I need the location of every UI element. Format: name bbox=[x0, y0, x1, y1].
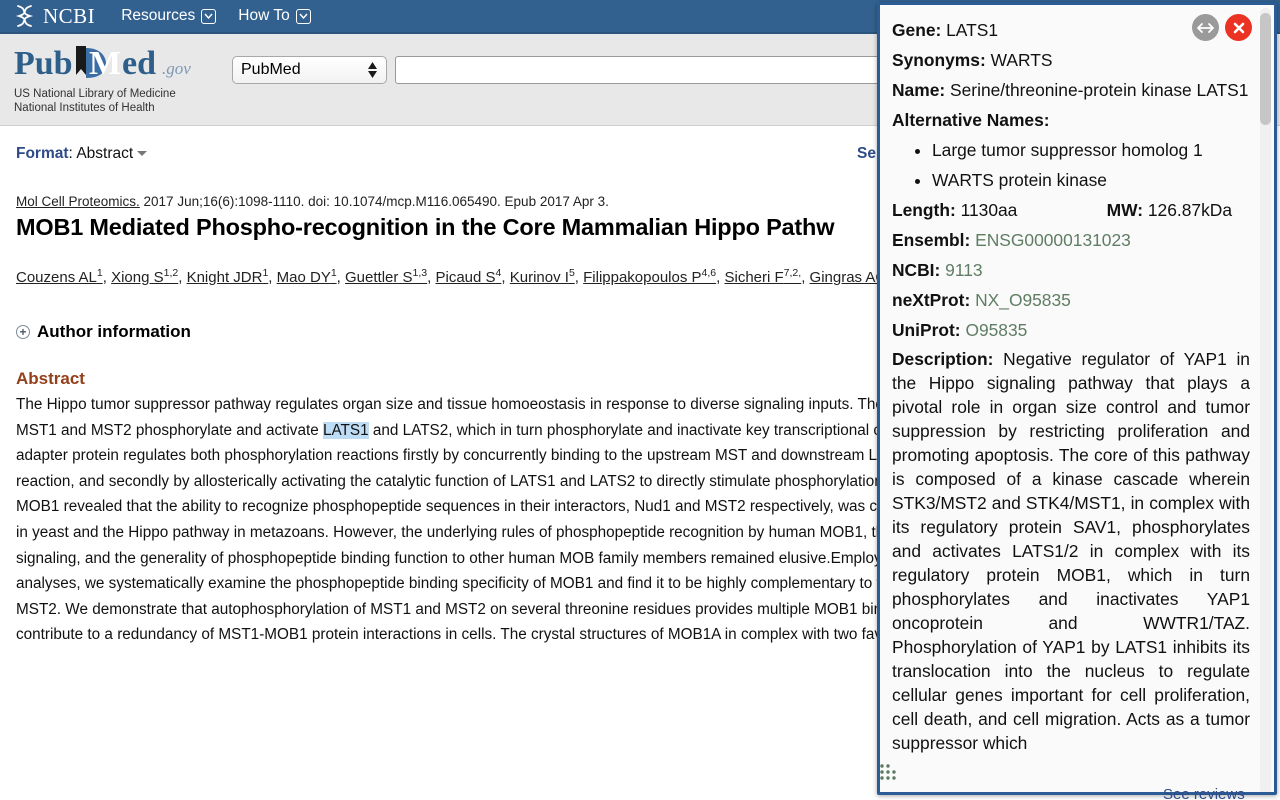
ensembl-link[interactable]: ENSG00000131023 bbox=[975, 230, 1131, 250]
alt-names-list: Large tumor suppressor homolog 1WARTS pr… bbox=[932, 135, 1250, 195]
pubmed-subtitle-line1: US National Library of Medicine bbox=[14, 88, 194, 102]
author-affiliation-sup: 1,2 bbox=[164, 267, 179, 279]
author-link[interactable]: Mao DY1 bbox=[277, 269, 337, 286]
author-link[interactable]: Sicheri F7,2, bbox=[724, 269, 801, 286]
alt-name-item: WARTS protein kinase bbox=[932, 165, 1250, 195]
ncbi-link[interactable]: 9113 bbox=[945, 260, 982, 280]
author-link[interactable]: Xiong S1,2 bbox=[111, 269, 178, 286]
name-value: Serine/threonine-protein kinase LATS1 bbox=[950, 80, 1248, 100]
resize-grip-icon[interactable] bbox=[878, 762, 900, 786]
gene-panel-body: Gene: LATS1 Synonyms: WARTS Name: Serine… bbox=[880, 5, 1260, 792]
alt-names-label: Alternative Names: bbox=[892, 110, 1050, 130]
svg-text:ed: ed bbox=[122, 45, 156, 82]
name-row: Name: Serine/threonine-protein kinase LA… bbox=[892, 75, 1250, 105]
see-reviews-link[interactable]: See reviews bbox=[1163, 786, 1245, 800]
send-to-button[interactable]: Se bbox=[857, 145, 876, 163]
pubmed-logo-icon: Pub M ed .gov bbox=[14, 42, 194, 86]
pubmed-subtitle: US National Library of Medicine National… bbox=[14, 88, 194, 115]
author-separator: , bbox=[103, 269, 111, 286]
name-label: Name: bbox=[892, 80, 945, 100]
format-label: Format bbox=[16, 145, 69, 162]
uniprot-label: UniProt: bbox=[892, 320, 961, 340]
author-link[interactable]: Couzens AL1 bbox=[16, 269, 103, 286]
author-affiliation-sup: 1,3 bbox=[413, 267, 428, 279]
ncbi-label: NCBI: bbox=[892, 260, 940, 280]
length-mw-row: Length: 1130aa MW: 126.87kDa bbox=[892, 195, 1250, 225]
author-separator: , bbox=[427, 269, 435, 286]
alt-names-row: Alternative Names: bbox=[892, 105, 1250, 135]
synonyms-label: Synonyms: bbox=[892, 50, 986, 70]
gene-info-panel: Gene: LATS1 Synonyms: WARTS Name: Serine… bbox=[877, 2, 1277, 795]
dna-helix-icon bbox=[14, 4, 36, 28]
author-information-toggle[interactable]: + Author information bbox=[16, 322, 191, 342]
synonyms-row: Synonyms: WARTS bbox=[892, 45, 1250, 75]
author-separator: , bbox=[501, 269, 509, 286]
panel-scrollbar-thumb[interactable] bbox=[1260, 13, 1271, 125]
description-value: Negative regulator of YAP1 in the Hippo … bbox=[892, 349, 1250, 753]
synonyms-value: WARTS bbox=[991, 50, 1053, 70]
ncbi-logo-text: NCBI bbox=[43, 4, 95, 29]
mw-label: MW: bbox=[1107, 200, 1143, 220]
nextprot-row: neXtProt: NX_O95835 bbox=[892, 285, 1250, 315]
citation-details: 2017 Jun;16(6):1098-1110. doi: 10.1074/m… bbox=[140, 194, 609, 209]
svg-text:Pub: Pub bbox=[14, 45, 73, 82]
abstract-heading: Abstract bbox=[16, 369, 85, 389]
gene-label: Gene: bbox=[892, 20, 941, 40]
svg-text:M: M bbox=[89, 45, 121, 82]
ncbi-logo[interactable]: NCBI bbox=[14, 4, 95, 29]
author-separator: , bbox=[801, 269, 809, 286]
length-label: Length: bbox=[892, 200, 956, 220]
ncbi-row: NCBI: 9113 bbox=[892, 255, 1250, 285]
mw-value: 126.87kDa bbox=[1148, 200, 1232, 220]
author-separator: , bbox=[178, 269, 186, 286]
format-control[interactable]: Format: Abstract bbox=[16, 145, 147, 163]
length-value: 1130aa bbox=[961, 200, 1018, 220]
ensembl-row: Ensembl: ENSG00000131023 bbox=[892, 225, 1250, 255]
pubmed-subtitle-line2: National Institutes of Health bbox=[14, 102, 194, 116]
description-row: Description: Negative regulator of YAP1 … bbox=[892, 347, 1250, 755]
author-link[interactable]: Kurinov I5 bbox=[510, 269, 575, 286]
format-value: Abstract bbox=[76, 145, 133, 162]
ensembl-label: Ensembl: bbox=[892, 230, 970, 250]
database-select[interactable]: PubMed bbox=[232, 56, 387, 84]
panel-scrollbar-track[interactable] bbox=[1260, 8, 1271, 795]
close-icon[interactable] bbox=[1225, 14, 1252, 41]
author-affiliation-sup: 7,2, bbox=[784, 267, 802, 279]
author-separator: , bbox=[337, 269, 345, 286]
author-link[interactable]: Filippakopoulos P4,6 bbox=[583, 269, 716, 286]
nextprot-link[interactable]: NX_O95835 bbox=[975, 290, 1071, 310]
caret-down-icon bbox=[137, 151, 147, 156]
nav-resources[interactable]: Resources bbox=[121, 7, 216, 25]
journal-link[interactable]: Mol Cell Proteomics. bbox=[16, 194, 140, 209]
stepper-arrows-icon bbox=[367, 62, 378, 78]
author-link[interactable]: Guettler S1,3 bbox=[345, 269, 427, 286]
resize-horizontal-icon[interactable] bbox=[1192, 14, 1219, 41]
alt-name-item: Large tumor suppressor homolog 1 bbox=[932, 135, 1250, 165]
nav-how-to[interactable]: How To bbox=[238, 7, 310, 25]
abstract-highlighted-term[interactable]: LATS1 bbox=[323, 422, 369, 439]
citation-line: Mol Cell Proteomics. 2017 Jun;16(6):1098… bbox=[16, 194, 609, 209]
author-link[interactable]: Picaud S4 bbox=[436, 269, 502, 286]
svg-text:.gov: .gov bbox=[162, 59, 191, 78]
plus-icon: + bbox=[16, 325, 30, 339]
uniprot-row: UniProt: O95835 bbox=[892, 315, 1250, 345]
uniprot-link[interactable]: O95835 bbox=[965, 320, 1027, 340]
nav-resources-label: Resources bbox=[121, 7, 195, 25]
gene-panel-controls bbox=[1192, 14, 1252, 41]
nav-how-to-label: How To bbox=[238, 7, 289, 25]
author-information-label: Author information bbox=[37, 322, 191, 342]
nextprot-label: neXtProt: bbox=[892, 290, 970, 310]
pubmed-logo[interactable]: Pub M ed .gov US National Library of Med… bbox=[14, 42, 194, 115]
author-affiliation-sup: 4,6 bbox=[702, 267, 717, 279]
page-root: NCBI Resources How To Pub M ed .gov bbox=[0, 0, 1280, 800]
database-select-value: PubMed bbox=[241, 61, 301, 79]
chevron-down-icon bbox=[296, 9, 311, 24]
gene-value: LATS1 bbox=[946, 20, 998, 40]
author-link[interactable]: Knight JDR1 bbox=[187, 269, 269, 286]
author-separator: , bbox=[575, 269, 583, 286]
chevron-down-icon bbox=[201, 9, 216, 24]
author-separator: , bbox=[268, 269, 276, 286]
description-label: Description: bbox=[892, 349, 993, 369]
